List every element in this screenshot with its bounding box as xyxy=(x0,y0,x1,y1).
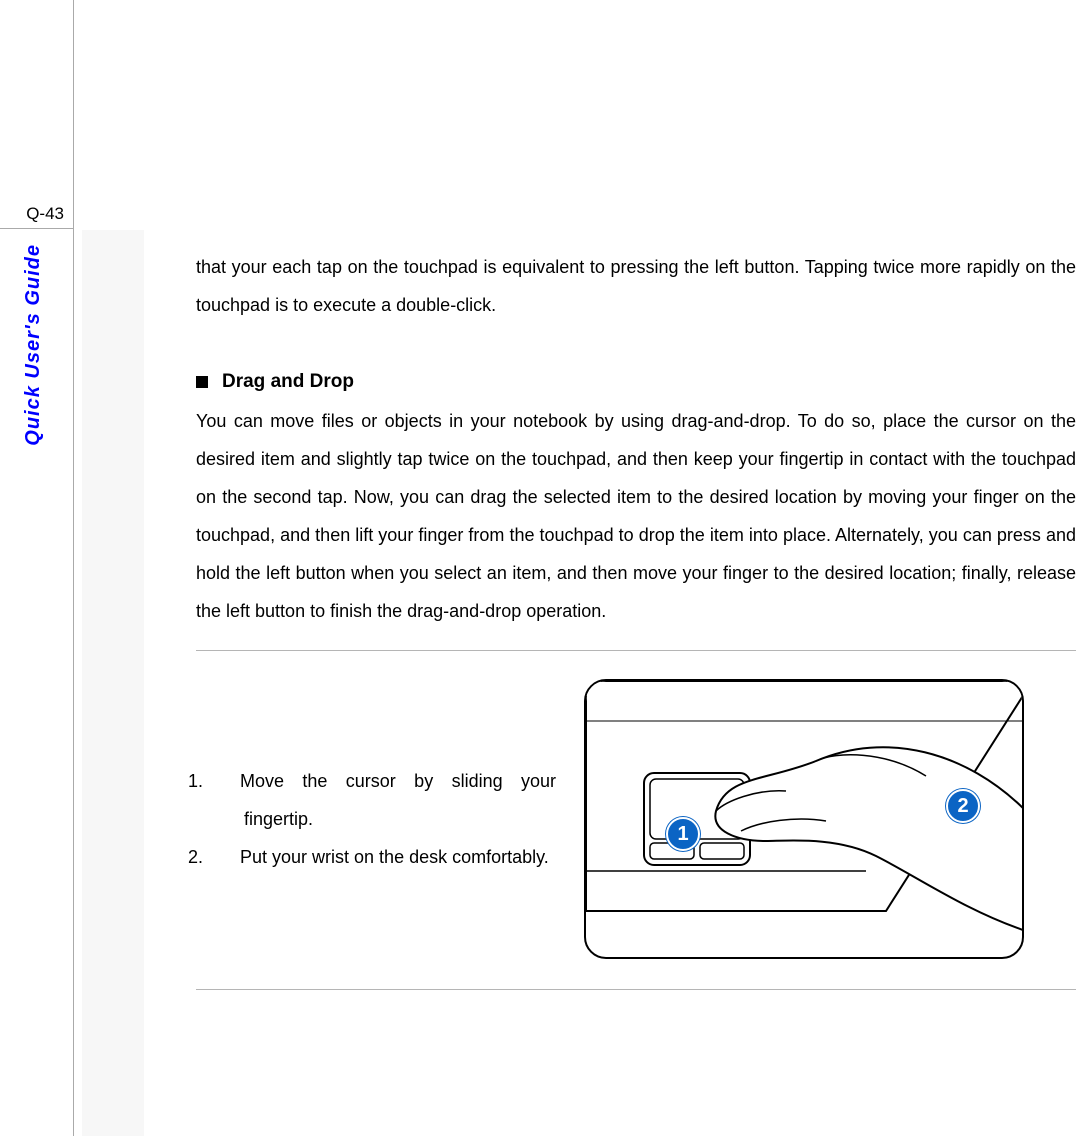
divider-bottom xyxy=(196,989,1076,990)
document-page: Q-43 Quick User's Guide that your each t… xyxy=(0,0,1076,1136)
figure-area: 1.Move the cursor by sliding your finger… xyxy=(196,679,1076,959)
content-area: that your each tap on the touchpad is eq… xyxy=(196,248,1076,990)
figure-steps: 1.Move the cursor by sliding your finger… xyxy=(196,762,556,876)
vertical-rule xyxy=(73,0,74,1136)
callout-badge-1: 1 xyxy=(666,817,700,851)
section-title: Drag and Drop xyxy=(222,368,354,396)
touchpad-illustration: 1 2 xyxy=(584,679,1024,959)
step-text: Move the cursor by sliding your fingerti… xyxy=(240,771,556,829)
step-text: Put your wrist on the desk comfortably. xyxy=(240,847,549,867)
horizontal-rule xyxy=(0,228,74,229)
margin-strip xyxy=(82,230,144,1136)
side-guide-label: Quick User's Guide xyxy=(22,244,45,446)
section-body: You can move files or objects in your no… xyxy=(196,402,1076,630)
square-bullet-icon xyxy=(196,376,208,388)
step-item: 1.Move the cursor by sliding your finger… xyxy=(196,762,556,838)
step-number: 1. xyxy=(216,762,240,800)
divider-top xyxy=(196,650,1076,651)
page-number: Q-43 xyxy=(16,204,64,224)
step-item: 2.Put your wrist on the desk comfortably… xyxy=(196,838,556,876)
step-number: 2. xyxy=(216,838,240,876)
section-heading-row: Drag and Drop xyxy=(196,368,1076,396)
intro-paragraph: that your each tap on the touchpad is eq… xyxy=(196,248,1076,324)
callout-badge-2: 2 xyxy=(946,789,980,823)
